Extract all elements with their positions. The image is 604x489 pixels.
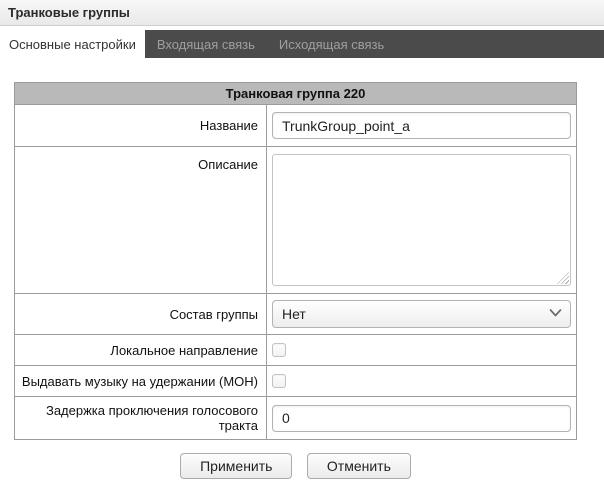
tab-incoming-link[interactable]: Входящая связь xyxy=(145,30,267,58)
cancel-button[interactable]: Отменить xyxy=(307,453,411,479)
delay-input[interactable] xyxy=(272,405,571,432)
trunk-group-form: Транковая группа 220 Название Описание С… xyxy=(14,82,577,440)
table-row-delay: Задержка проключения голосового тракта xyxy=(15,397,577,440)
tab-outgoing-link[interactable]: Исходящая связь xyxy=(267,30,396,58)
moh-checkbox[interactable] xyxy=(272,374,286,388)
table-row-group-members: Состав группы Нет xyxy=(15,294,577,335)
moh-label: Выдавать музыку на удержании (MOH) xyxy=(15,366,267,397)
tab-bar: Основные настройки Входящая связь Исходя… xyxy=(0,30,604,58)
form-header: Транковая группа 220 xyxy=(15,83,577,105)
apply-button[interactable]: Применить xyxy=(180,453,292,479)
local-direction-label: Локальное направление xyxy=(15,335,267,366)
group-members-select[interactable]: Нет xyxy=(272,300,571,328)
table-row-description: Описание xyxy=(15,147,577,294)
group-members-label: Состав группы xyxy=(15,294,267,335)
description-label: Описание xyxy=(15,147,267,294)
table-header-row: Транковая группа 220 xyxy=(15,83,577,105)
title-bar: Транковые группы xyxy=(0,0,604,26)
table-row-name: Название xyxy=(15,105,577,147)
tab-main-settings[interactable]: Основные настройки xyxy=(0,30,145,58)
local-direction-checkbox[interactable] xyxy=(272,343,286,357)
table-row-local-direction: Локальное направление xyxy=(15,335,577,366)
description-textarea[interactable] xyxy=(272,154,571,286)
name-label: Название xyxy=(15,105,267,147)
button-row: Применить Отменить xyxy=(14,453,577,479)
table-row-moh: Выдавать музыку на удержании (MOH) xyxy=(15,366,577,397)
delay-label: Задержка проключения голосового тракта xyxy=(15,397,267,440)
page-title: Транковые группы xyxy=(8,5,130,20)
name-input[interactable] xyxy=(272,112,571,139)
